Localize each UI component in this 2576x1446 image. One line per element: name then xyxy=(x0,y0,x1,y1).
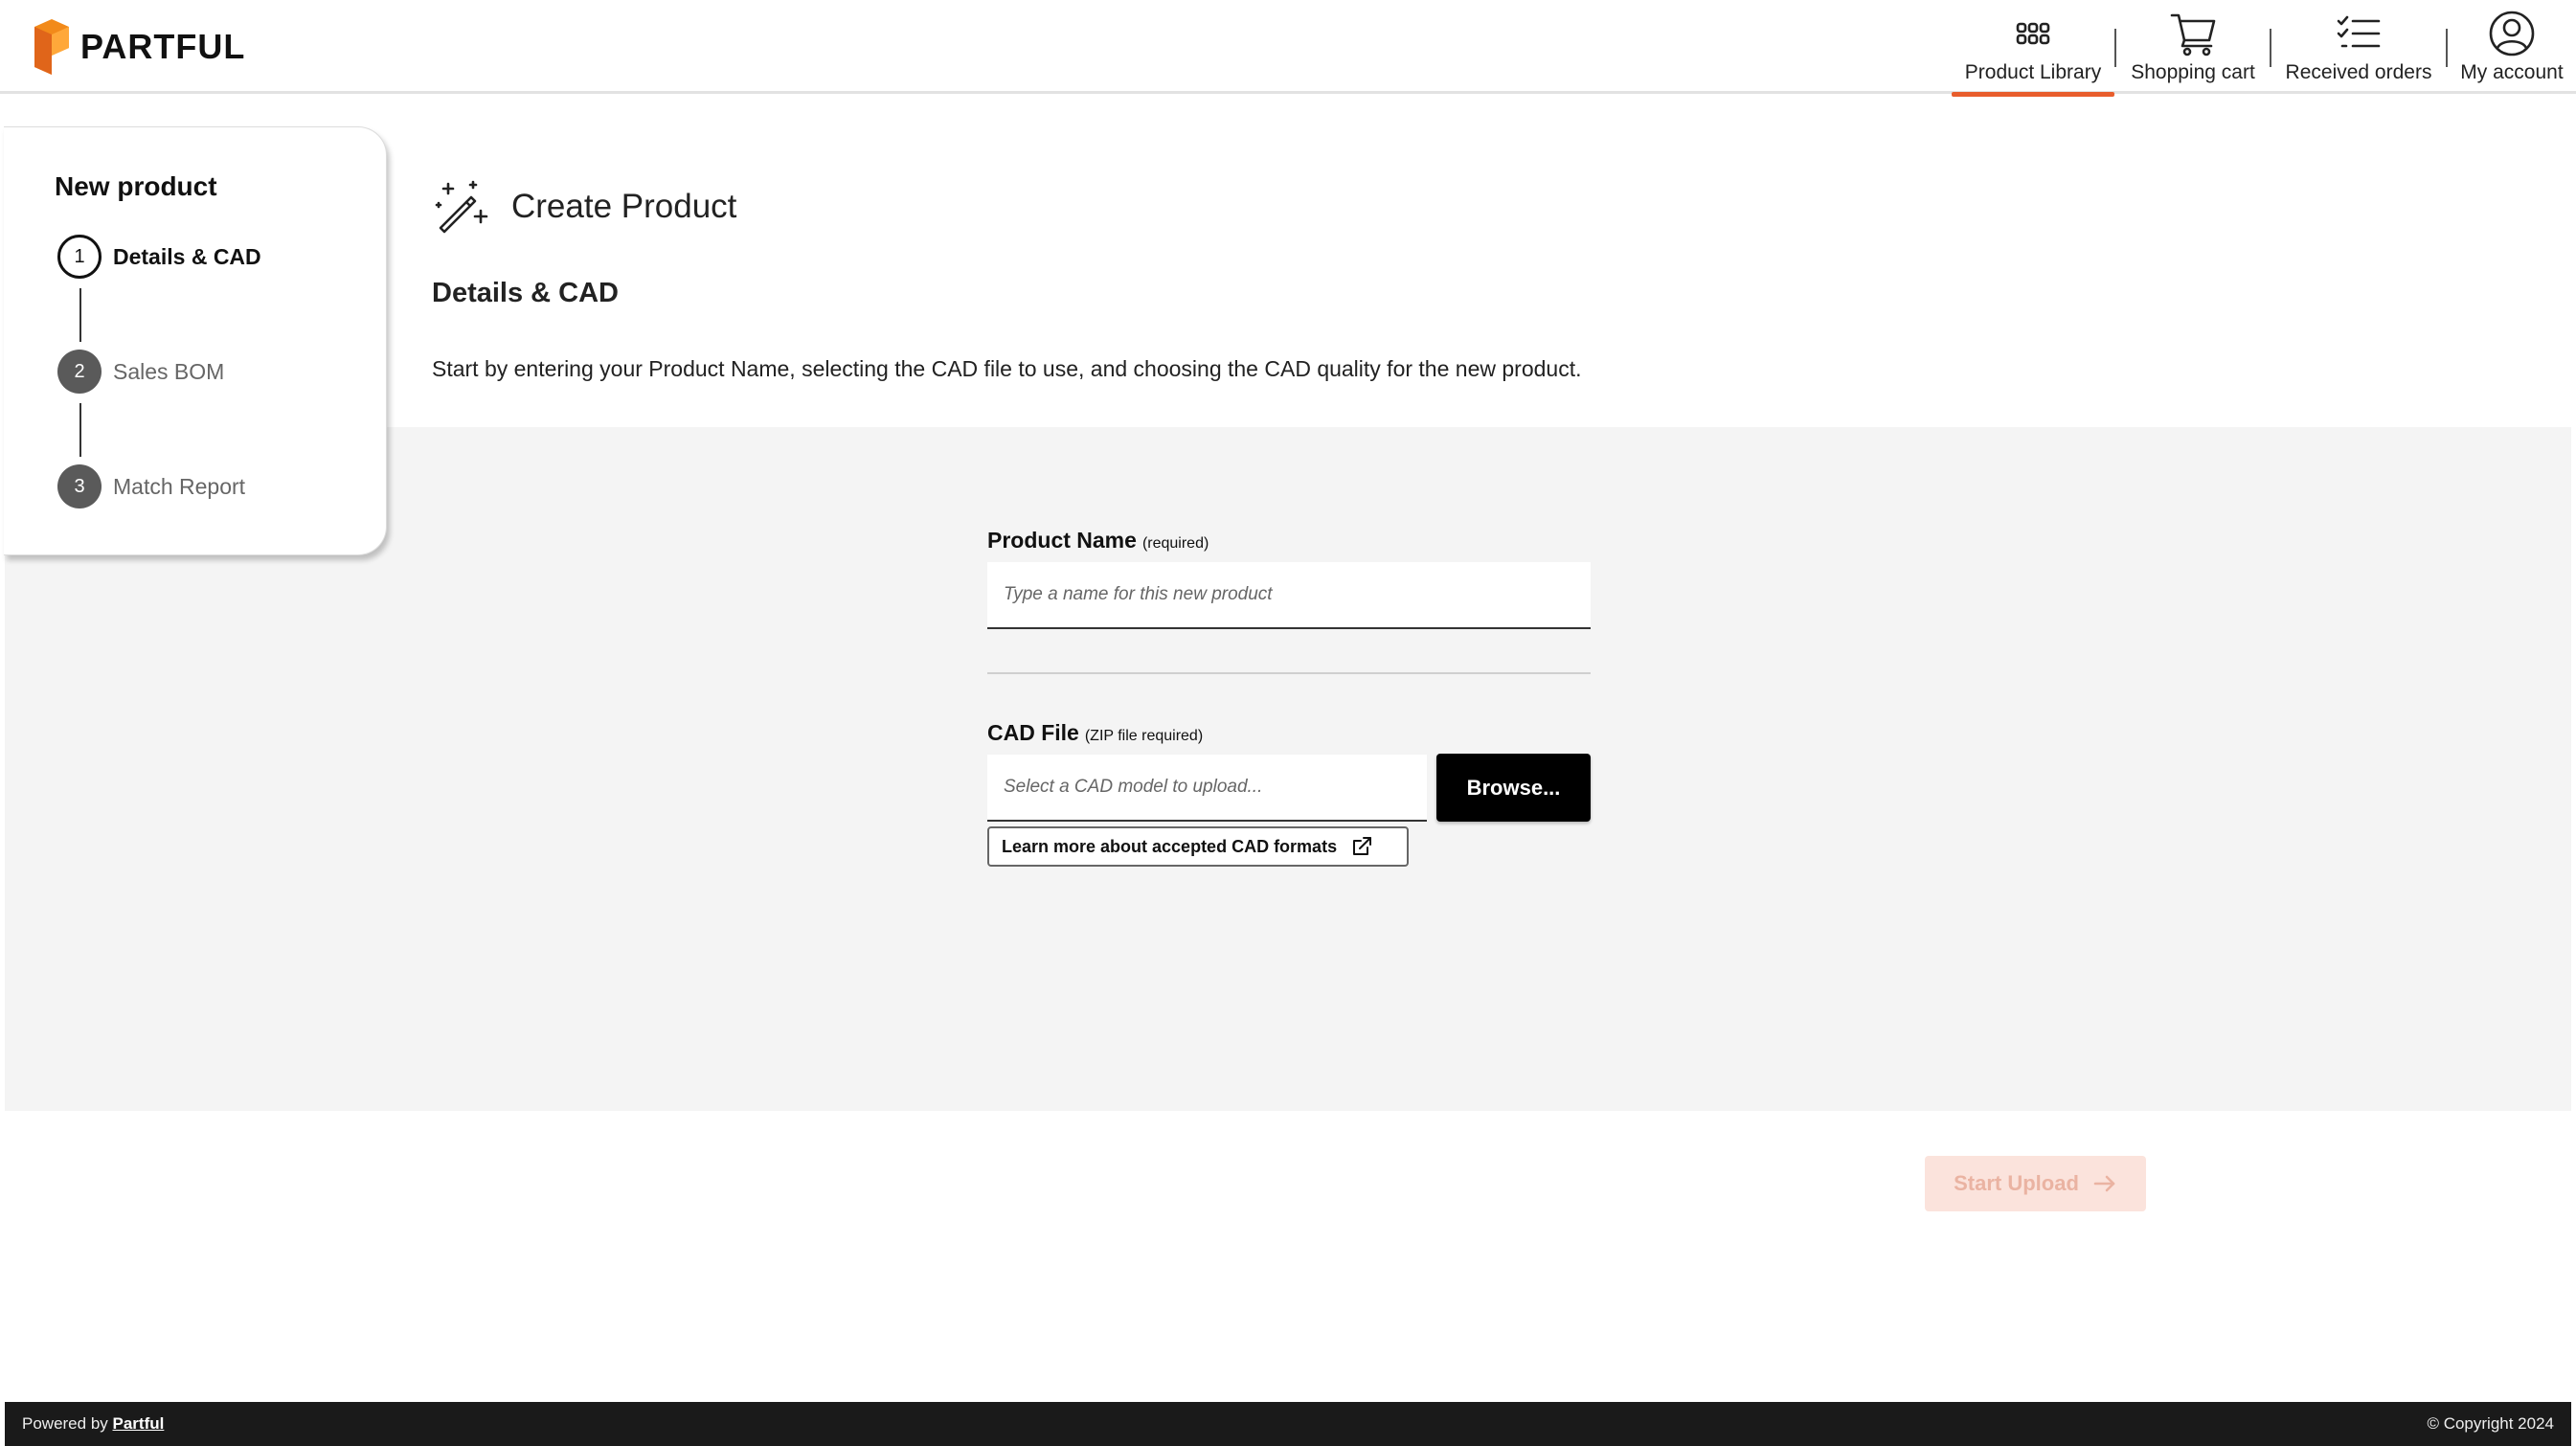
step-number: 2 xyxy=(57,350,102,394)
magic-wand-icon xyxy=(435,180,488,234)
external-link-icon xyxy=(1353,837,1372,855)
cad-file-label: CAD File (ZIP file required) xyxy=(987,720,1203,746)
step-sales-bom[interactable]: 2 Sales BOM xyxy=(57,350,224,394)
step-connector xyxy=(79,403,81,457)
field-label-text: CAD File xyxy=(987,720,1079,745)
browse-button[interactable]: Browse... xyxy=(1436,754,1591,822)
nav-received-orders[interactable]: Received orders xyxy=(2271,0,2446,94)
brand-name: PARTFUL xyxy=(80,27,246,66)
nav-label: Shopping cart xyxy=(2131,61,2255,83)
page-title: Create Product xyxy=(511,188,737,225)
section-title: Details & CAD xyxy=(432,278,619,308)
step-number: 1 xyxy=(57,235,102,279)
start-upload-button[interactable]: Start Upload xyxy=(1925,1156,2146,1211)
footer: Powered by Partful © Copyright 2024 xyxy=(5,1402,2571,1446)
nav-product-library[interactable]: Product Library xyxy=(1952,0,2114,97)
checklist-icon xyxy=(2337,15,2381,48)
partful-logo-icon xyxy=(34,19,69,75)
top-header: PARTFUL Product Library Shopping cart Re… xyxy=(0,0,2576,97)
nav-label: Product Library xyxy=(1964,61,2102,83)
stepper-title: New product xyxy=(55,171,217,201)
partful-link[interactable]: Partful xyxy=(113,1414,165,1433)
product-name-input[interactable] xyxy=(987,562,1591,629)
user-circle-icon xyxy=(2489,11,2535,56)
step-connector xyxy=(79,288,81,342)
step-match-report[interactable]: 3 Match Report xyxy=(57,464,245,508)
page-heading: Create Product xyxy=(433,178,736,236)
section-description: Start by entering your Product Name, sel… xyxy=(432,356,1582,381)
form-divider xyxy=(987,672,1591,674)
step-label: Match Report xyxy=(113,473,246,499)
arrow-right-icon xyxy=(2093,1175,2115,1192)
start-upload-label: Start Upload xyxy=(1954,1171,2079,1195)
nav-label: My account xyxy=(2460,61,2564,83)
grid-icon xyxy=(2016,22,2050,45)
learn-more-cad-formats-link[interactable]: Learn more about accepted CAD formats xyxy=(987,826,1409,867)
copyright: © Copyright 2024 xyxy=(2427,1414,2554,1433)
field-label-text: Product Name xyxy=(987,528,1137,553)
cart-icon xyxy=(2170,13,2216,56)
powered-by-text: Powered by xyxy=(22,1414,108,1433)
main-nav: Product Library Shopping cart Received o… xyxy=(1952,0,2576,97)
product-name-label: Product Name (required) xyxy=(987,528,1209,554)
step-label: Details & CAD xyxy=(113,243,261,269)
powered-by: Powered by Partful xyxy=(22,1414,164,1434)
field-hint: (required) xyxy=(1141,535,1209,552)
learn-more-label: Learn more about accepted CAD formats xyxy=(1002,836,1338,856)
step-details-cad[interactable]: 1 Details & CAD xyxy=(57,235,261,279)
nav-shopping-cart[interactable]: Shopping cart xyxy=(2116,0,2270,94)
partful-logo[interactable]: PARTFUL xyxy=(33,19,245,75)
nav-my-account[interactable]: My account xyxy=(2448,0,2576,94)
new-product-stepper: New product 1 Details & CAD 2 Sales BOM … xyxy=(4,126,387,555)
cad-file-input[interactable] xyxy=(987,755,1427,822)
nav-label: Received orders xyxy=(2285,61,2432,83)
field-hint: (ZIP file required) xyxy=(1084,728,1204,744)
step-label: Sales BOM xyxy=(113,358,225,384)
step-number: 3 xyxy=(57,464,102,508)
